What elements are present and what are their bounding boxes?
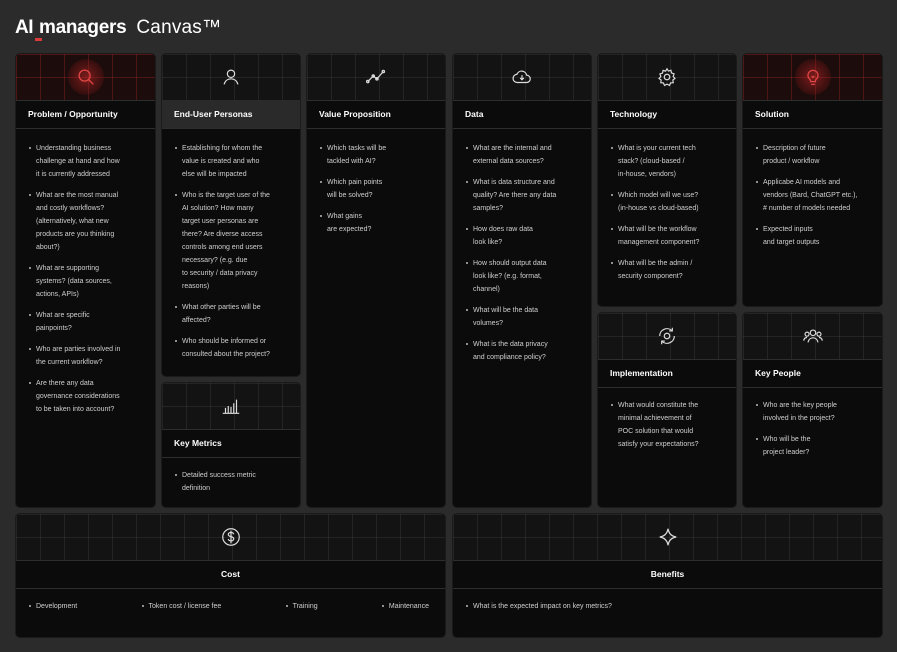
card-list: Establishing for whom the value is creat… xyxy=(162,142,300,369)
card-list: Understanding business challenge at hand… xyxy=(16,142,155,424)
card-header-grid xyxy=(162,383,300,430)
list-item: Who are the key people involved in the p… xyxy=(756,399,874,425)
logo-managers: managers xyxy=(39,17,127,38)
card-problem: Problem / Opportunity Understanding busi… xyxy=(15,53,156,508)
card-list: Detailed success metric definition xyxy=(162,469,300,503)
list-item: Development xyxy=(28,600,77,613)
card-title: Key Metrics xyxy=(162,429,300,458)
user-icon xyxy=(213,59,249,95)
list-item: Applicabe AI models and vendors (Bard, C… xyxy=(756,176,874,215)
list-item: What is your current tech stack? (cloud-… xyxy=(611,142,728,181)
list-item: What is the data privacy and compliance … xyxy=(466,338,583,364)
list-item: Who should be informed or consulted abou… xyxy=(175,335,292,361)
card-header-grid xyxy=(307,54,445,101)
card-data: Data What are the internal and external … xyxy=(452,53,592,508)
card-benefits: Benefits What is the expected impact on … xyxy=(452,513,883,638)
card-list: Which tasks will be tackled with AI? Whi… xyxy=(307,142,445,244)
list-item: Who is the target user of the AI solutio… xyxy=(175,189,292,293)
card-list: What is your current tech stack? (cloud-… xyxy=(598,142,736,291)
list-item: What are the internal and external data … xyxy=(466,142,583,168)
bar-chart-icon xyxy=(213,388,249,424)
list-item: What will be the workflow management com… xyxy=(611,223,728,249)
card-value-proposition: Value Proposition Which tasks will be ta… xyxy=(306,53,446,508)
list-item: What is the expected impact on key metri… xyxy=(466,600,874,613)
card-title: Solution xyxy=(743,100,882,129)
cycle-gear-icon xyxy=(649,318,685,354)
list-item: What are specific painpoints? xyxy=(29,309,147,335)
card-key-metrics: Key Metrics Detailed success metric defi… xyxy=(161,382,301,508)
list-item: Detailed success metric definition xyxy=(175,469,292,495)
list-item: Which model will we use? (in-house vs cl… xyxy=(611,189,728,215)
card-title: Implementation xyxy=(598,359,736,388)
card-key-people: Key People Who are the key people involv… xyxy=(742,312,883,508)
list-item: What are supporting systems? (data sourc… xyxy=(29,262,147,301)
list-item: Who will be the project leader? xyxy=(756,433,874,459)
logo: AI managers Canvas™ xyxy=(15,14,221,42)
list-item: What is data structure and quality? Are … xyxy=(466,176,583,215)
list-item: Expected inputs and target outputs xyxy=(756,223,874,249)
list-item: What are the most manual and costly work… xyxy=(29,189,147,254)
card-list: What would constitute the minimal achiev… xyxy=(598,399,736,459)
card-solution: Solution Description of future product /… xyxy=(742,53,883,307)
list-item: What other parties will be affected? xyxy=(175,301,292,327)
list-item: Establishing for whom the value is creat… xyxy=(175,142,292,181)
card-title: Key People xyxy=(743,359,882,388)
card-title: Data xyxy=(453,100,591,129)
card-implementation: Implementation What would constitute the… xyxy=(597,312,737,508)
card-header-grid xyxy=(743,313,882,360)
cloud-download-icon xyxy=(504,59,540,95)
card-personas: End-User Personas Establishing for whom … xyxy=(161,53,301,377)
card-header-grid xyxy=(16,54,155,101)
list-item: What will be the data volumes? xyxy=(466,304,583,330)
card-list: What are the internal and external data … xyxy=(453,142,591,372)
card-header-grid xyxy=(16,514,445,561)
card-title: Benefits xyxy=(453,560,882,589)
list-item: Are there any data governance considerat… xyxy=(29,377,147,416)
list-item: How should output data look like? (e.g. … xyxy=(466,257,583,296)
card-header-grid xyxy=(453,514,882,561)
dollar-coin-icon xyxy=(213,519,249,555)
card-header-grid xyxy=(598,54,736,101)
list-item: Training xyxy=(285,600,318,613)
list-item: Which tasks will be tackled with AI? xyxy=(320,142,437,168)
card-header-grid xyxy=(743,54,882,101)
list-item: What will be the admin / security compon… xyxy=(611,257,728,283)
list-item: Description of future product / workflow xyxy=(756,142,874,168)
trend-line-icon xyxy=(358,59,394,95)
page-title: Canvas™ xyxy=(136,17,222,38)
sparkle-icon xyxy=(650,519,686,555)
card-header-grid xyxy=(453,54,591,101)
card-title: End-User Personas xyxy=(162,100,300,129)
card-header-grid xyxy=(598,313,736,360)
card-cost: Cost Development Token cost / license fe… xyxy=(15,513,446,638)
card-header-grid xyxy=(162,54,300,101)
card-title: Problem / Opportunity xyxy=(16,100,155,129)
card-title: Cost xyxy=(16,560,445,589)
list-item: Who are parties involved in the current … xyxy=(29,343,147,369)
list-item: Token cost / license fee xyxy=(141,600,221,613)
card-list: What is the expected impact on key metri… xyxy=(453,600,882,621)
people-group-icon xyxy=(795,318,831,354)
card-technology: Technology What is your current tech sta… xyxy=(597,53,737,307)
lightbulb-icon xyxy=(794,59,831,95)
card-list: Development Token cost / license fee Tra… xyxy=(16,600,445,613)
search-icon xyxy=(67,59,104,95)
list-item: Which pain points will be solved? xyxy=(320,176,437,202)
logo-accent-mark xyxy=(35,38,42,41)
list-item: What would constitute the minimal achiev… xyxy=(611,399,728,451)
list-item: What gains are expected? xyxy=(320,210,437,236)
card-list: Description of future product / workflow… xyxy=(743,142,882,257)
list-item: How does raw data look like? xyxy=(466,223,583,249)
card-title: Technology xyxy=(598,100,736,129)
card-list: Who are the key people involved in the p… xyxy=(743,399,882,467)
gear-icon xyxy=(649,59,685,95)
list-item: Maintenance xyxy=(381,600,429,613)
logo-ai: AI xyxy=(15,17,34,38)
list-item: Understanding business challenge at hand… xyxy=(29,142,147,181)
card-title: Value Proposition xyxy=(307,100,445,129)
